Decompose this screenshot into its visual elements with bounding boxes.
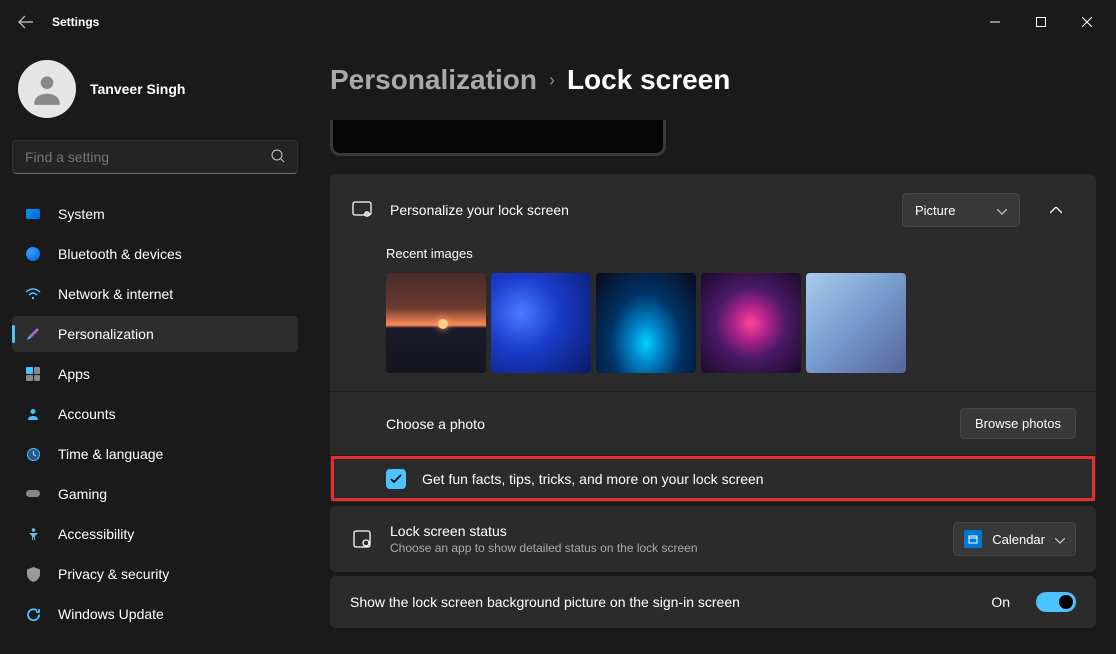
thumbnails: [386, 273, 1076, 373]
sidebar: Tanveer Singh System Bluetooth & devices…: [0, 44, 310, 654]
row-label: Personalize your lock screen: [390, 202, 886, 218]
window-controls: [972, 6, 1110, 38]
search-field[interactable]: [25, 149, 271, 165]
minimize-button[interactable]: [972, 6, 1018, 38]
background-mode-select[interactable]: Picture: [902, 193, 1020, 227]
search-icon: [271, 149, 285, 166]
recent-image-5[interactable]: [806, 273, 906, 373]
accessibility-icon: [24, 525, 42, 543]
brush-icon: [24, 325, 42, 343]
row-label: Get fun facts, tips, tricks, and more on…: [422, 471, 764, 487]
row-label: Choose a photo: [386, 416, 944, 432]
select-value: Picture: [915, 203, 955, 218]
breadcrumb: Personalization › Lock screen: [330, 44, 1096, 120]
chevron-right-icon: ›: [549, 70, 555, 91]
collapse-button[interactable]: [1036, 190, 1076, 230]
nav-label: Gaming: [58, 486, 107, 502]
nav-label: System: [58, 206, 105, 222]
check-icon: [390, 474, 402, 484]
nav-label: Bluetooth & devices: [58, 246, 182, 262]
account-icon: [24, 405, 42, 423]
choose-photo-row: Choose a photo Browse photos: [330, 391, 1096, 455]
calendar-icon: [964, 530, 982, 548]
personalize-row[interactable]: Personalize your lock screen Picture: [330, 174, 1096, 246]
avatar: [18, 60, 76, 118]
nav-label: Windows Update: [58, 606, 164, 622]
signin-picture-row[interactable]: Show the lock screen background picture …: [330, 576, 1096, 628]
status-row[interactable]: Lock screen status Choose an app to show…: [330, 506, 1096, 572]
clock-icon: [24, 445, 42, 463]
recent-image-2[interactable]: [491, 273, 591, 373]
nav-label: Personalization: [58, 326, 154, 342]
nav-update[interactable]: Windows Update: [12, 596, 298, 632]
app-icon: [350, 530, 374, 548]
maximize-button[interactable]: [1018, 6, 1064, 38]
nav-bluetooth[interactable]: Bluetooth & devices: [12, 236, 298, 272]
recent-image-1[interactable]: [386, 273, 486, 373]
lockscreen-preview: [330, 120, 666, 156]
main-content: Personalization › Lock screen Personaliz…: [310, 44, 1116, 654]
nav-label: Network & internet: [58, 286, 173, 302]
nav-accessibility[interactable]: Accessibility: [12, 516, 298, 552]
nav-label: Accessibility: [58, 526, 134, 542]
recent-images-section: Recent images: [330, 246, 1096, 391]
picture-icon: [350, 201, 374, 219]
personalize-card: Personalize your lock screen Picture Rec…: [330, 174, 1096, 502]
close-button[interactable]: [1064, 6, 1110, 38]
nav-label: Time & language: [58, 446, 163, 462]
row-label: Lock screen status: [390, 523, 937, 539]
nav-personalization[interactable]: Personalization: [12, 316, 298, 352]
browse-photos-button[interactable]: Browse photos: [960, 408, 1076, 439]
chevron-down-icon: [1055, 532, 1065, 547]
apps-icon: [24, 365, 42, 383]
chevron-down-icon: [997, 203, 1007, 218]
nav-network[interactable]: Network & internet: [12, 276, 298, 312]
signin-card: Show the lock screen background picture …: [330, 576, 1096, 628]
breadcrumb-current: Lock screen: [567, 64, 730, 96]
nav-apps[interactable]: Apps: [12, 356, 298, 392]
gaming-icon: [24, 485, 42, 503]
profile-name: Tanveer Singh: [90, 81, 185, 97]
breadcrumb-parent[interactable]: Personalization: [330, 64, 537, 96]
row-label: Show the lock screen background picture …: [350, 594, 975, 610]
nav-label: Privacy & security: [58, 566, 169, 582]
nav-label: Apps: [58, 366, 90, 382]
arrow-left-icon: [18, 14, 34, 30]
row-sublabel: Choose an app to show detailed status on…: [390, 541, 937, 555]
nav-privacy[interactable]: Privacy & security: [12, 556, 298, 592]
bluetooth-icon: [24, 245, 42, 263]
wifi-icon: [24, 285, 42, 303]
recent-image-3[interactable]: [596, 273, 696, 373]
person-icon: [28, 70, 66, 108]
window-title: Settings: [52, 15, 99, 29]
titlebar: Settings: [0, 0, 1116, 44]
status-card: Lock screen status Choose an app to show…: [330, 506, 1096, 572]
section-label: Recent images: [386, 246, 1076, 261]
status-app-select[interactable]: Calendar: [953, 522, 1076, 556]
system-icon: [24, 205, 42, 223]
update-icon: [24, 605, 42, 623]
select-value: Calendar: [992, 532, 1045, 547]
nav-gaming[interactable]: Gaming: [12, 476, 298, 512]
signin-toggle[interactable]: [1036, 592, 1076, 612]
nav-accounts[interactable]: Accounts: [12, 396, 298, 432]
profile-section[interactable]: Tanveer Singh: [12, 54, 298, 136]
toggle-state: On: [991, 594, 1010, 610]
nav-system[interactable]: System: [12, 196, 298, 232]
shield-icon: [24, 565, 42, 583]
back-button[interactable]: [6, 2, 46, 42]
nav-label: Accounts: [58, 406, 116, 422]
funfacts-checkbox[interactable]: [386, 469, 406, 489]
funfacts-row[interactable]: Get fun facts, tips, tricks, and more on…: [330, 455, 1096, 502]
nav-time[interactable]: Time & language: [12, 436, 298, 472]
recent-image-4[interactable]: [701, 273, 801, 373]
search-input[interactable]: [12, 140, 298, 174]
